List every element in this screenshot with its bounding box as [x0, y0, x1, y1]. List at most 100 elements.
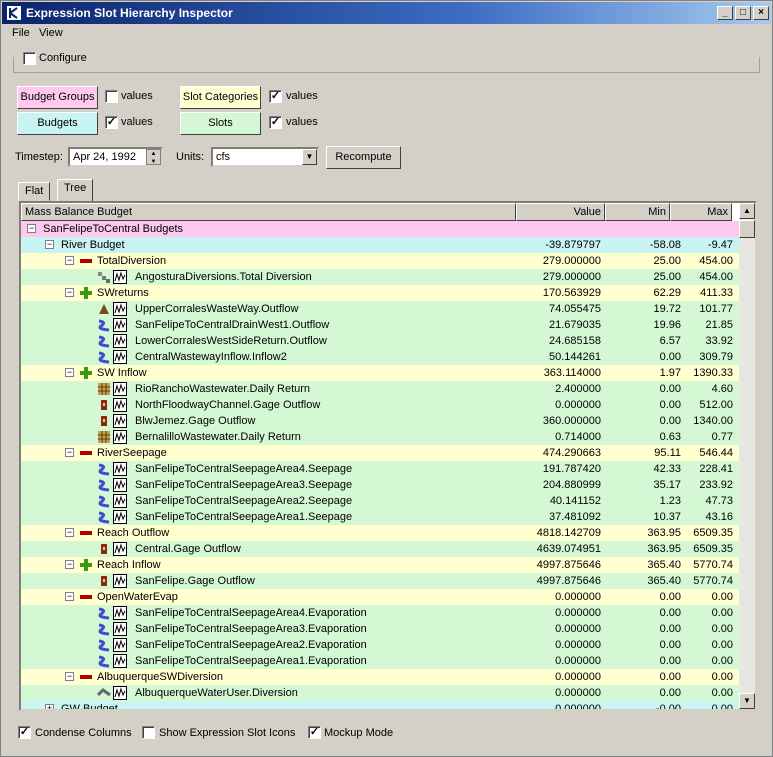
collapse-icon[interactable]: − — [65, 256, 74, 265]
row-max: 0.00 — [711, 655, 733, 667]
timestep-label: Timestep: — [15, 151, 63, 163]
row-max: 1340.00 — [693, 415, 733, 427]
group-row[interactable]: − SanFelipeToCentral Budgets — [21, 221, 739, 237]
row-name: RioRanchoWastewater.Daily Return — [135, 383, 311, 395]
category-row[interactable]: − Reach Outflow 4818.142709 363.95 6509.35 — [21, 525, 739, 541]
timeseries-icon — [113, 478, 127, 492]
budget-row[interactable]: + GW Budget 0.000000 -0.00 0.00 — [21, 701, 739, 711]
row-max: 546.44 — [699, 447, 733, 459]
chevron-down-icon[interactable]: ▼ — [302, 149, 317, 165]
row-name: SanFelipeToCentralSeepageArea1.Evaporati… — [135, 655, 367, 667]
budget-groups-button[interactable]: Budget Groups — [17, 86, 98, 109]
minus-sign-icon — [79, 590, 93, 604]
maximize-icon[interactable]: □ — [735, 6, 751, 20]
menu-view[interactable]: View — [39, 27, 63, 39]
scroll-down-icon[interactable]: ▼ — [739, 693, 755, 709]
timeseries-icon — [113, 334, 127, 348]
column-header-min[interactable]: Min — [605, 203, 670, 221]
reach-icon — [97, 462, 111, 476]
minimize-icon[interactable]: _ — [717, 6, 733, 20]
row-value: 279.000000 — [542, 255, 601, 267]
tab-flat[interactable]: Flat — [18, 182, 51, 201]
collapse-icon[interactable]: − — [65, 528, 74, 537]
slot-row[interactable]: SanFelipeToCentralSeepageArea2.Seepage 40… — [21, 493, 739, 509]
slot-row[interactable]: SanFelipe.Gage Outflow 4997.875646 365.40 5… — [21, 573, 739, 589]
slot-row[interactable]: SanFelipeToCentralSeepageArea4.Evaporati… — [21, 605, 739, 621]
slot-row[interactable]: SanFelipeToCentralSeepageArea1.Evaporati… — [21, 653, 739, 669]
collapse-icon[interactable]: − — [65, 672, 74, 681]
slot-row[interactable]: SanFelipeToCentralSeepageArea3.Seepage 20… — [21, 477, 739, 493]
budgets-button[interactable]: Budgets — [17, 112, 98, 135]
slots-button[interactable]: Slots — [180, 112, 261, 135]
timeseries-icon — [113, 318, 127, 332]
row-max: 5770.74 — [693, 559, 733, 571]
minus-sign-icon — [79, 526, 93, 540]
slot-categories-values-checkbox[interactable]: ✓ — [269, 90, 282, 103]
collapse-icon[interactable]: − — [65, 448, 74, 457]
slot-row[interactable]: LowerCorralesWestSideReturn.Outflow 24.68… — [21, 333, 739, 349]
slot-row[interactable]: AlbuquerqueWaterUser.Diversion 0.000000 0.… — [21, 685, 739, 701]
row-value: 4997.875646 — [536, 575, 601, 587]
slot-row[interactable]: SanFelipeToCentralDrainWest1.Outflow 21.6… — [21, 317, 739, 333]
row-max: -9.47 — [707, 239, 733, 251]
collapse-icon[interactable]: − — [65, 592, 74, 601]
category-row[interactable]: − OpenWaterEvap 0.000000 0.00 0.00 — [21, 589, 739, 605]
scroll-up-icon[interactable]: ▲ — [739, 203, 755, 219]
row-name: Reach Inflow — [97, 559, 161, 571]
tab-tree[interactable]: Tree — [57, 179, 94, 201]
timeseries-icon — [113, 574, 127, 588]
scroll-thumb[interactable] — [739, 220, 755, 238]
budget-groups-values-checkbox[interactable] — [105, 90, 118, 103]
row-min: 35.17 — [653, 479, 681, 491]
slot-row[interactable]: CentralWastewayInflow.Inflow2 50.144261 0.… — [21, 349, 739, 365]
slot-row[interactable]: SanFelipeToCentralSeepageArea4.Seepage 19… — [21, 461, 739, 477]
collapse-icon[interactable]: − — [65, 288, 74, 297]
category-row[interactable]: − TotalDiversion 279.000000 25.00 454.00 — [21, 253, 739, 269]
slot-row[interactable]: RioRanchoWastewater.Daily Return 2.400000… — [21, 381, 739, 397]
column-header-name[interactable]: Mass Balance Budget — [21, 203, 516, 221]
category-row[interactable]: − Reach Inflow 4997.875646 365.40 5770.74 — [21, 557, 739, 573]
collapse-icon[interactable]: − — [65, 560, 74, 569]
collapse-icon[interactable]: − — [27, 224, 36, 233]
app-icon — [6, 5, 22, 21]
row-max: 43.16 — [705, 511, 733, 523]
slot-row[interactable]: BernalilloWastewater.Daily Return 0.71400… — [21, 429, 739, 445]
slot-row[interactable]: SanFelipeToCentralSeepageArea2.Evaporati… — [21, 637, 739, 653]
row-min: -0.00 — [655, 703, 681, 711]
timeseries-icon — [113, 398, 127, 412]
slot-row[interactable]: NorthFloodwayChannel.Gage Outflow 0.00000… — [21, 397, 739, 413]
row-min: 363.95 — [647, 527, 681, 539]
close-icon[interactable]: × — [753, 6, 769, 20]
vertical-scrollbar[interactable]: ▲ ▼ — [739, 203, 755, 709]
slot-row[interactable]: Central.Gage Outflow 4639.074951 363.95 650… — [21, 541, 739, 557]
slots-values-checkbox[interactable]: ✓ — [269, 116, 282, 129]
row-name: SanFelipe.Gage Outflow — [135, 575, 255, 587]
condense-columns-checkbox[interactable]: ✓ — [18, 726, 31, 739]
slot-row[interactable]: BlwJemez.Gage Outflow 360.000000 0.00 1340.… — [21, 413, 739, 429]
category-row[interactable]: − AlbuquerqueSWDiversion 0.000000 0.00 0.00 — [21, 669, 739, 685]
timeseries-icon — [113, 494, 127, 508]
budgets-values-checkbox[interactable]: ✓ — [105, 116, 118, 129]
expand-icon[interactable]: + — [45, 704, 54, 709]
show-icons-checkbox[interactable] — [142, 726, 155, 739]
collapse-icon[interactable]: − — [45, 240, 54, 249]
row-value: 0.000000 — [555, 607, 601, 619]
slot-row[interactable]: AngosturaDiversions.Total Diversion 279.0… — [21, 269, 739, 285]
row-name: SanFelipeToCentralSeepageArea3.Seepage — [135, 479, 353, 491]
column-header-max[interactable]: Max — [670, 203, 732, 221]
category-row[interactable]: − RiverSeepage 474.290663 95.11 546.44 — [21, 445, 739, 461]
row-value: 0.000000 — [555, 703, 601, 711]
slot-categories-button[interactable]: Slot Categories — [180, 86, 261, 109]
slot-row[interactable]: SanFelipeToCentralSeepageArea1.Seepage 37… — [21, 509, 739, 525]
menu-file[interactable]: File — [12, 27, 30, 39]
slot-row[interactable]: UpperCorralesWasteWay.Outflow 74.055475 19… — [21, 301, 739, 317]
column-header-value[interactable]: Value — [516, 203, 605, 221]
recompute-button[interactable]: Recompute — [326, 146, 401, 169]
category-row[interactable]: − SW Inflow 363.114000 1.97 1390.33 — [21, 365, 739, 381]
timestep-spinner[interactable]: ▲ ▼ — [146, 149, 161, 165]
slot-row[interactable]: SanFelipeToCentralSeepageArea3.Evaporati… — [21, 621, 739, 637]
mockup-mode-checkbox[interactable]: ✓ — [308, 726, 321, 739]
budget-row[interactable]: − River Budget -39.879797 -58.08 -9.47 — [21, 237, 739, 253]
category-row[interactable]: − SWreturns 170.563929 62.29 411.33 — [21, 285, 739, 301]
collapse-icon[interactable]: − — [65, 368, 74, 377]
